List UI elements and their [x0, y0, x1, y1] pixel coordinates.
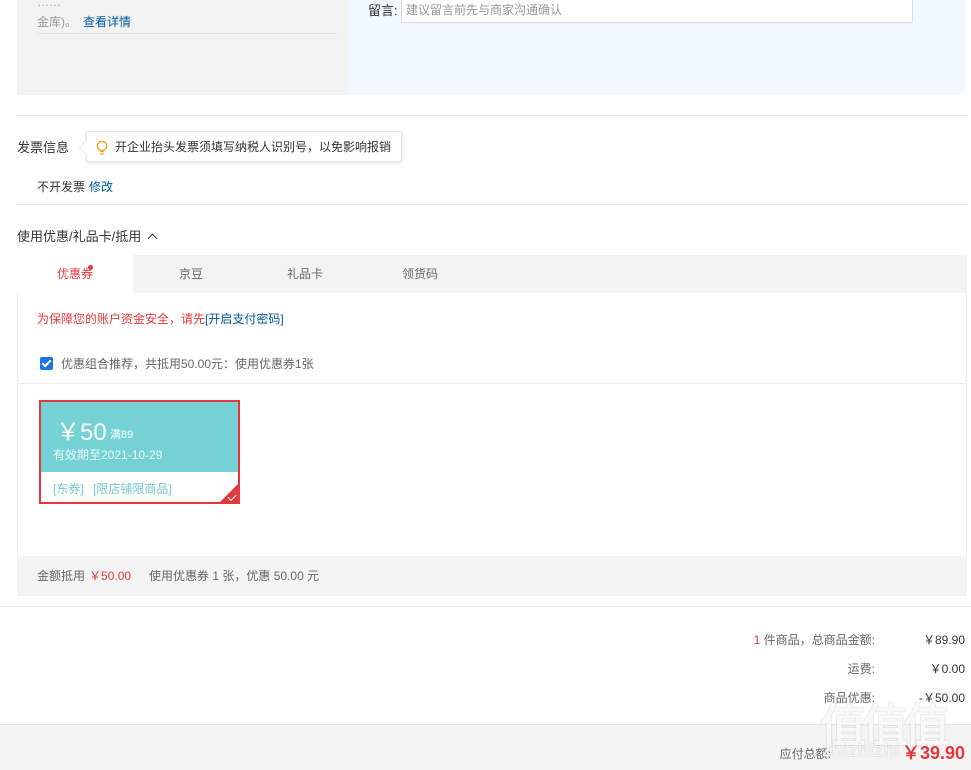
coupon-section-title-text: 使用优惠/礼品卡/抵用	[17, 229, 142, 244]
lightbulb-icon	[96, 140, 108, 155]
tab-coupon[interactable]: 优惠券	[17, 255, 133, 293]
total-amount: ￥89.90	[922, 633, 965, 647]
invoice-modify-link[interactable]: 修改	[89, 180, 113, 194]
invoice-status: 不开发票 修改	[37, 178, 113, 195]
invoice-status-text: 不开发票	[37, 180, 86, 194]
combo-checkbox[interactable]	[40, 357, 53, 370]
enable-pay-password-link[interactable]: [开启支付密码]	[205, 312, 284, 326]
watermark-text: zhizhizhi	[822, 740, 901, 760]
coupon-tag-store: [限店铺限商品]	[93, 482, 172, 496]
coupon-footer: 金额抵用 ￥50.00 使用优惠券 1 张，优惠 50.00 元	[18, 556, 966, 596]
coupon-footer-amount: ￥50.00	[89, 569, 132, 583]
security-warning: 为保障您的账户资金安全，请先[开启支付密码]	[37, 310, 284, 327]
invoice-tip-text: 开企业抬头发票须填写纳税人识别号，以免影响报销	[115, 140, 392, 154]
coupon-footer-label: 金额抵用	[37, 569, 86, 583]
coupon-valid-until: 有效期至2021-10-29	[53, 448, 163, 462]
tab-jingdou[interactable]: 京豆	[133, 255, 249, 293]
invoice-title: 发票信息	[17, 140, 70, 155]
invoice-tip: 开企业抬头发票须填写纳税人识别号，以免影响报销	[86, 131, 403, 162]
message-input[interactable]: 建议留言前先与商家沟通确认	[401, 0, 913, 23]
coupon-section-title[interactable]: 使用优惠/礼品卡/抵用	[17, 226, 158, 245]
watermark: 值值值 zhizhizhi	[820, 690, 970, 770]
coupon-footer-used: 使用优惠券 1 张，优惠 50.00 元	[149, 569, 320, 583]
coupon-tabs: 优惠券 京豆 礼品卡 领货码	[17, 255, 967, 293]
section-divider	[17, 204, 967, 205]
shipping-label: 运费:	[847, 662, 875, 676]
section-divider	[0, 606, 971, 607]
coupon-card[interactable]: ￥50 满89 有效期至2021-10-29 [东券] [限店铺限商品]	[39, 400, 240, 504]
coupon-amount: ￥50	[56, 419, 107, 446]
tab-redeem-code[interactable]: 领货码	[362, 255, 478, 293]
combo-recommend[interactable]: 优惠组合推荐，共抵用50.00元：使用优惠券1张	[40, 355, 314, 372]
total-label: 件商品，总商品金额:	[760, 633, 875, 647]
shipping-amount: ￥0.00	[929, 662, 965, 676]
coupon-tag-jd: [东券]	[53, 482, 84, 496]
top-left-text: …… 金库)。 查看详情	[37, 0, 337, 32]
coupon-tags: [东券] [限店铺限商品]	[53, 480, 172, 497]
tab-gift-card[interactable]: 礼品卡	[247, 255, 363, 293]
top-text-line1: ……	[37, 0, 61, 9]
security-warning-text: 为保障您的账户资金安全，请先	[37, 312, 206, 326]
notification-dot	[88, 265, 93, 270]
coupon-condition: 满89	[110, 429, 134, 441]
view-details-link[interactable]: 查看详情	[83, 15, 131, 29]
coupon-card-top: ￥50 满89 有效期至2021-10-29	[41, 402, 238, 472]
top-divider	[37, 33, 337, 34]
coupon-divider	[18, 383, 966, 384]
top-text-line2: 金库)。	[37, 15, 77, 29]
combo-recommend-text: 优惠组合推荐，共抵用50.00元：使用优惠券1张	[61, 357, 314, 371]
section-divider	[17, 115, 967, 116]
chevron-up-icon	[147, 233, 158, 244]
message-label: 留言:	[368, 3, 398, 18]
summary-shipping-row: 运费: ￥0.00	[675, 660, 965, 677]
summary-total-row: 1 件商品，总商品金额: ￥89.90	[675, 631, 965, 648]
